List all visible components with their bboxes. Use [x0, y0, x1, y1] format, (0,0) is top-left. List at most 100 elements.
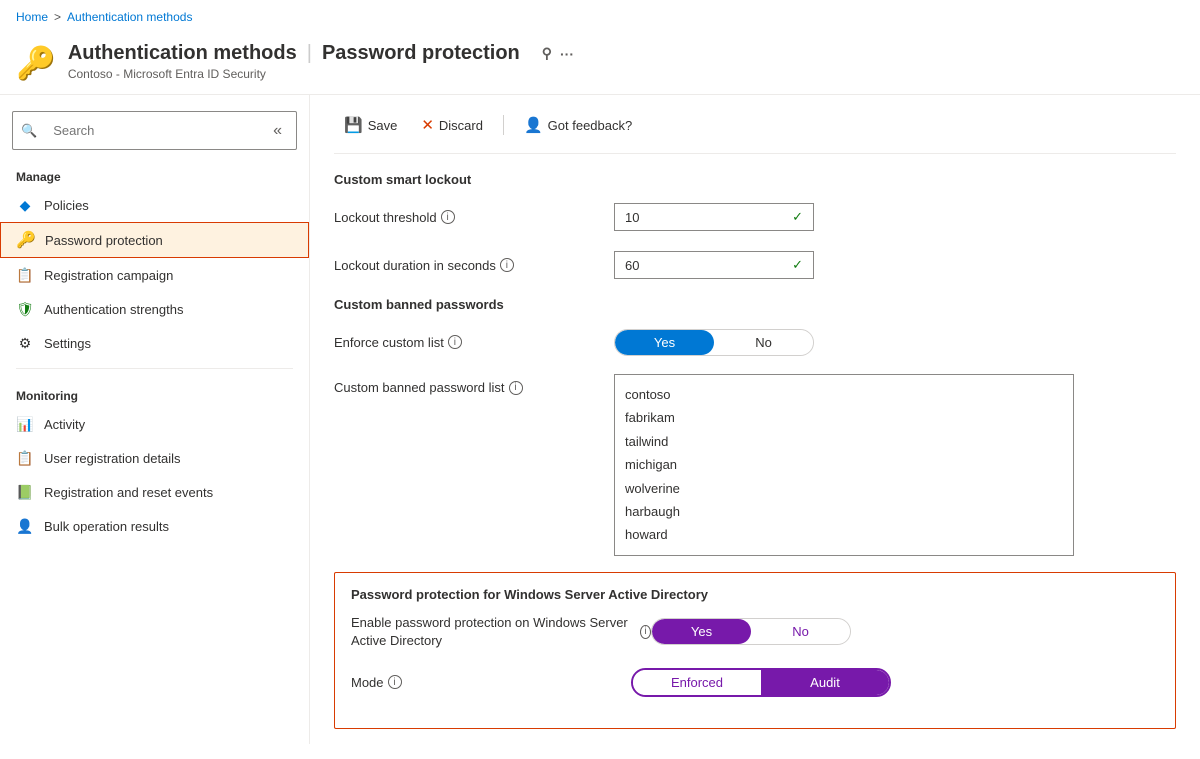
sidebar-item-label-settings: Settings: [44, 336, 91, 351]
sidebar-item-password-protection[interactable]: 🔑 Password protection: [0, 222, 309, 258]
lockout-duration-input[interactable]: 60 ✓: [614, 251, 814, 279]
sidebar-item-user-reg-details[interactable]: 📋 User registration details: [0, 441, 309, 475]
discard-icon: ✕: [421, 116, 434, 134]
save-icon: 💾: [344, 116, 363, 134]
toolbar-divider: [503, 115, 504, 135]
enforce-toggle-group: Yes No: [614, 329, 814, 356]
enable-protection-toggle-group: Yes No: [651, 618, 851, 645]
banned-list-info-icon[interactable]: i: [509, 381, 523, 395]
duration-check-icon: ✓: [792, 257, 803, 273]
sidebar-item-bulk-ops[interactable]: 👤 Bulk operation results: [0, 509, 309, 543]
toolbar: 💾 Save ✕ Discard 👤 Got feedback?: [334, 111, 1176, 154]
mode-info-icon[interactable]: i: [388, 675, 402, 689]
gear-icon: ⚙: [16, 334, 34, 352]
banned-list-item-1: contoso: [625, 383, 1063, 406]
banned-list-item-6: harbaugh: [625, 500, 1063, 523]
banned-list-control: contoso fabrikam tailwind michigan wolve…: [614, 374, 1074, 556]
lockout-threshold-info-icon[interactable]: i: [441, 210, 455, 224]
key-icon: 🔑: [16, 44, 56, 82]
banned-list-textarea[interactable]: contoso fabrikam tailwind michigan wolve…: [614, 374, 1074, 556]
lockout-threshold-label: Lockout threshold: [334, 210, 437, 225]
activity-icon: 📊: [16, 415, 34, 433]
mode-enforced-option[interactable]: Enforced: [633, 670, 761, 695]
sidebar: 🔍 « Manage ◆ Policies 🔑 Password protect…: [0, 95, 310, 744]
banned-list-item-7: howard: [625, 523, 1063, 546]
sidebar-item-settings[interactable]: ⚙ Settings: [0, 326, 309, 360]
breadcrumb-separator: >: [54, 10, 61, 24]
windows-section: Password protection for Windows Server A…: [334, 572, 1176, 729]
banned-list-item-2: fabrikam: [625, 406, 1063, 429]
lockout-threshold-row: Lockout threshold i 10 ✓: [334, 201, 1176, 233]
banned-list-item-3: tailwind: [625, 430, 1063, 453]
sidebar-item-label-password: Password protection: [45, 233, 163, 248]
breadcrumb-current[interactable]: Authentication methods: [67, 10, 192, 24]
lockout-threshold-control: 10 ✓: [614, 203, 1074, 231]
lockout-threshold-input[interactable]: 10 ✓: [614, 203, 814, 231]
sidebar-item-policies[interactable]: ◆ Policies: [0, 188, 309, 222]
breadcrumb: Home > Authentication methods: [0, 0, 1200, 34]
mode-row: Mode i Enforced Audit: [351, 666, 1159, 698]
password-icon: 🔑: [17, 231, 35, 249]
sidebar-item-auth-strengths[interactable]: 🛡 Authentication strengths: [0, 292, 309, 326]
banned-list-item-4: michigan: [625, 453, 1063, 476]
sidebar-item-label-auth-strengths: Authentication strengths: [44, 302, 183, 317]
header-divider: |: [307, 42, 312, 65]
enable-protection-row: Enable password protection on Windows Se…: [351, 614, 1159, 650]
threshold-check-icon: ✓: [792, 209, 803, 225]
breadcrumb-home[interactable]: Home: [16, 10, 48, 24]
lockout-duration-label: Lockout duration in seconds: [334, 258, 496, 273]
mode-toggle-group: Enforced Audit: [631, 668, 891, 697]
search-input[interactable]: [43, 117, 261, 144]
layout: 🔍 « Manage ◆ Policies 🔑 Password protect…: [0, 95, 1200, 744]
sidebar-search-container: 🔍 «: [0, 103, 309, 158]
sidebar-item-reg-reset-events[interactable]: 📗 Registration and reset events: [0, 475, 309, 509]
shield-icon: 🛡: [16, 300, 34, 318]
enforce-list-info-icon[interactable]: i: [448, 335, 462, 349]
sidebar-item-activity[interactable]: 📊 Activity: [0, 407, 309, 441]
enforce-yes-option[interactable]: Yes: [615, 330, 714, 355]
discard-button[interactable]: ✕ Discard: [411, 111, 493, 139]
header-title-sub: Password protection: [322, 42, 520, 65]
header-subtitle: Contoso - Microsoft Entra ID Security: [68, 67, 574, 81]
lockout-duration-info-icon[interactable]: i: [500, 258, 514, 272]
mode-label: Mode: [351, 675, 384, 690]
bulk-ops-icon: 👤: [16, 517, 34, 535]
monitoring-section-label: Monitoring: [0, 377, 309, 407]
enable-no-option[interactable]: No: [751, 619, 850, 644]
mode-audit-option[interactable]: Audit: [761, 670, 889, 695]
banned-passwords-title: Custom banned passwords: [334, 297, 1176, 312]
smart-lockout-title: Custom smart lockout: [334, 172, 1176, 187]
enable-yes-option[interactable]: Yes: [652, 619, 751, 644]
feedback-button[interactable]: 👤 Got feedback?: [514, 111, 642, 139]
mode-control: Enforced Audit: [631, 668, 1091, 697]
enforce-list-control: Yes No: [614, 329, 1074, 356]
page-header: 🔑 Authentication methods | Password prot…: [0, 34, 1200, 95]
main-content: 💾 Save ✕ Discard 👤 Got feedback? Custom …: [310, 95, 1200, 744]
user-reg-icon: 📋: [16, 449, 34, 467]
header-title-main: Authentication methods: [68, 42, 297, 65]
banned-list-item-5: wolverine: [625, 477, 1063, 500]
sidebar-item-label-activity: Activity: [44, 417, 85, 432]
registration-icon: 📋: [16, 266, 34, 284]
enable-protection-label: Enable password protection on Windows Se…: [351, 614, 632, 650]
enforce-list-label: Enforce custom list: [334, 335, 444, 350]
sidebar-divider: [16, 368, 293, 369]
enable-protection-info-icon[interactable]: i: [640, 625, 651, 639]
sidebar-item-registration-campaign[interactable]: 📋 Registration campaign: [0, 258, 309, 292]
save-button[interactable]: 💾 Save: [334, 111, 407, 139]
enforce-no-option[interactable]: No: [714, 330, 813, 355]
more-icon[interactable]: ···: [560, 46, 574, 62]
pin-icon[interactable]: ⚲: [542, 45, 552, 62]
banned-list-label: Custom banned password list: [334, 380, 505, 395]
reg-reset-icon: 📗: [16, 483, 34, 501]
enable-protection-control: Yes No: [651, 618, 1111, 645]
enforce-custom-list-row: Enforce custom list i Yes No: [334, 326, 1176, 358]
header-text: Authentication methods | Password protec…: [68, 42, 574, 81]
lockout-duration-row: Lockout duration in seconds i 60 ✓: [334, 249, 1176, 281]
search-icon: 🔍: [21, 123, 37, 139]
sidebar-item-label-registration: Registration campaign: [44, 268, 173, 283]
windows-section-title: Password protection for Windows Server A…: [351, 587, 1159, 602]
lockout-duration-control: 60 ✓: [614, 251, 1074, 279]
sidebar-item-label-user-reg: User registration details: [44, 451, 181, 466]
collapse-icon[interactable]: «: [267, 122, 288, 140]
